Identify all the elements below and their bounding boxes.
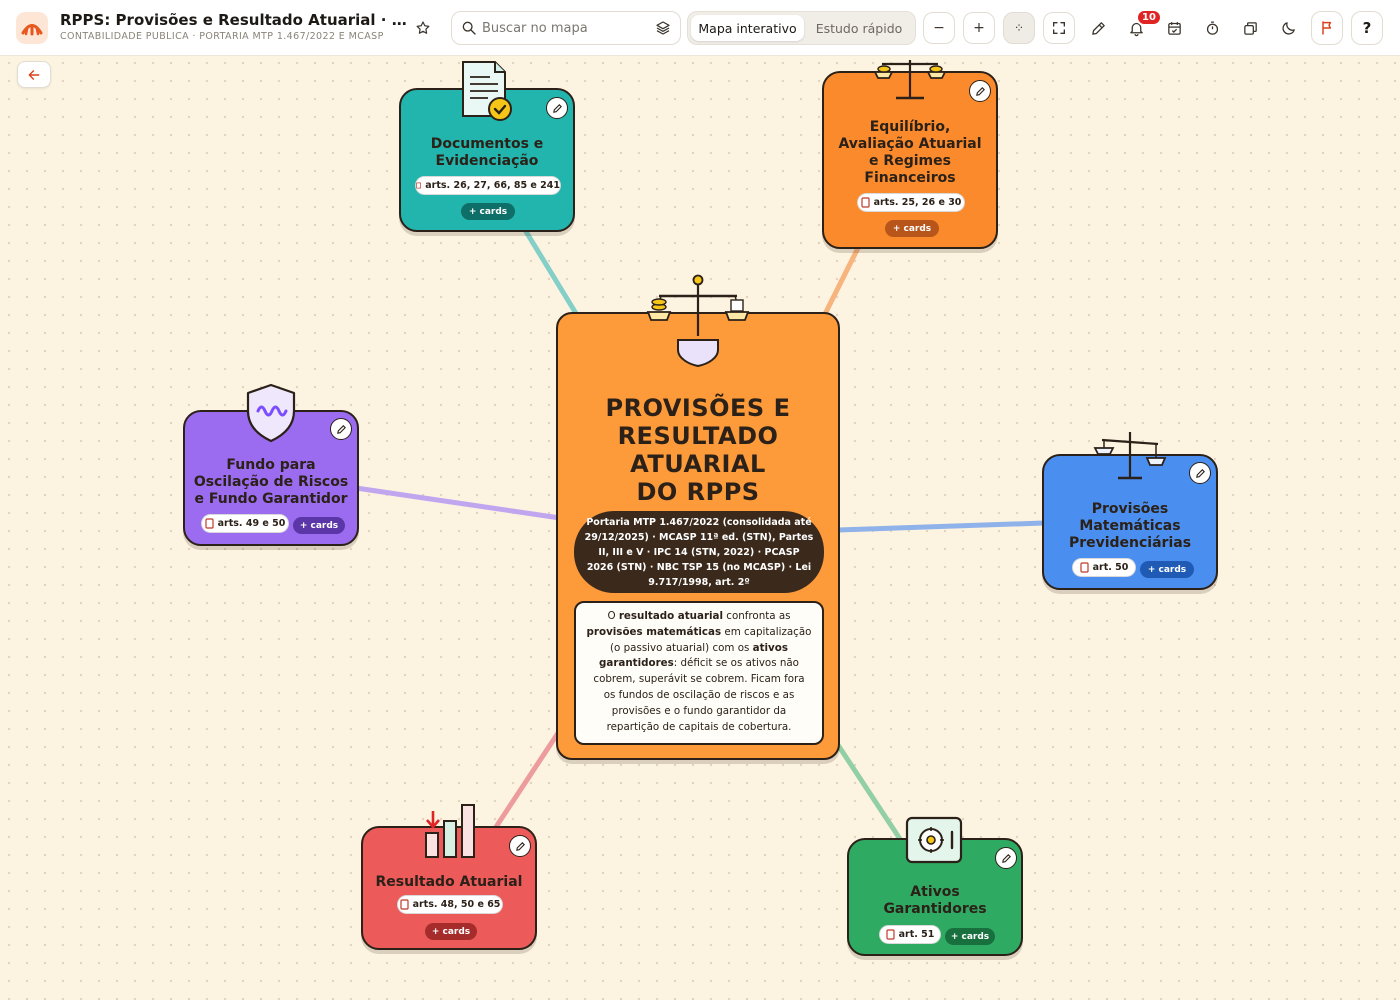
title-line: Evidenciação [435,153,539,169]
title-line: Resultado Atuarial [375,874,523,890]
title-line: Oscilação de Riscos [193,474,349,490]
add-cards-button[interactable]: + cards [885,220,939,237]
book-icon [886,929,895,940]
add-cards-button[interactable]: + cards [1140,561,1194,578]
node-resultado-title: Resultado Atuarial [363,874,535,891]
articles-pill[interactable]: arts. 48, 50 e 65 [397,895,503,914]
title-line: Equilíbrio, [869,119,951,135]
title-line: Financeiros [864,170,956,186]
legal-references: Portaria MTP 1.467/2022 (consolidada até… [574,511,824,593]
book-icon [205,518,214,529]
edit-node-button[interactable] [1189,462,1211,484]
add-cards-button[interactable]: + cards [425,923,477,940]
title-line: Avaliação Atuarial [838,136,982,152]
description-segment: resultado atuarial [618,610,724,622]
pencil-icon [552,103,562,113]
pencil-icon [336,424,346,434]
book-icon [399,899,409,910]
articles-label: art. 50 [1092,562,1129,573]
articles-label: arts. 49 e 50 [217,518,286,529]
central-node[interactable]: PROVISÕES E RESULTADO ATUARIAL DO RPPS P… [556,312,840,760]
title-line: Ativos [910,884,960,900]
articles-label: arts. 25, 26 e 30 [873,197,962,208]
edit-node-button[interactable] [546,97,568,119]
title-line: DO RPPS [636,478,760,506]
edit-node-button[interactable] [995,847,1017,869]
safe-icon [905,816,963,864]
book-icon [416,182,422,189]
scale-coins-icon [873,60,947,100]
book-icon [860,197,870,208]
node-equilibrio-title: Equilíbrio, Avaliação Atuarial e Regimes… [824,119,996,187]
title-line: Documentos e [430,136,544,152]
node-provisoes-title: Provisões Matemáticas Previdenciárias [1044,501,1216,552]
link-resultado [489,728,563,835]
document-check-icon [462,61,512,121]
add-cards-button[interactable]: + cards [945,928,995,945]
description-segment: provisões matemáticas [586,625,722,638]
title-line: RESULTADO [617,422,779,450]
balance-scale-icon [646,274,750,368]
shield-wave-icon [246,383,296,443]
description-segment: confronta as [723,610,791,622]
bar-chart-down-icon [425,804,475,858]
edit-node-button[interactable] [330,418,352,440]
central-description: O resultado atuarial confronta as provis… [574,601,824,745]
edit-node-button[interactable] [969,80,991,102]
node-documentos-title: Documentos e Evidenciação [401,136,573,170]
title-line: PROVISÕES E [605,394,791,422]
title-line: Matemáticas [1079,518,1181,534]
title-line: Fundo para [226,457,316,473]
articles-pill[interactable]: arts. 49 e 50 [201,514,289,533]
title-line: Provisões [1091,501,1169,517]
node-fundo-title: Fundo para Oscilação de Riscos e Fundo G… [185,457,357,508]
add-cards-button[interactable]: + cards [293,517,345,534]
link-ativos [835,743,905,844]
pencil-icon [1001,853,1011,863]
edit-node-button[interactable] [509,835,531,857]
articles-pill[interactable]: art. 51 [879,925,941,944]
articles-label: arts. 48, 50 e 65 [412,899,501,910]
title-line: e Fundo Garantidor [194,491,348,507]
title-line: Previdenciárias [1068,535,1192,551]
pencil-icon [1195,468,1205,478]
link-provisoes [837,520,1045,533]
title-line: ATUARIAL [630,450,766,478]
book-icon [1080,562,1089,573]
articles-pill[interactable]: arts. 26, 27, 66, 85 e 241 [415,176,561,195]
node-ativos-title: Ativos Garantidores [849,884,1021,918]
articles-pill[interactable]: art. 50 [1072,558,1136,577]
title-line: e Regimes [869,153,951,169]
articles-label: art. 51 [898,929,935,940]
articles-label: arts. 26, 27, 66, 85 e 241 [425,180,560,191]
central-node-title: PROVISÕES E RESULTADO ATUARIAL DO RPPS [558,394,838,506]
link-fundo [355,485,561,521]
link-equilibrio [819,238,865,322]
pencil-icon [975,86,985,96]
description-segment: O [607,610,619,622]
pencil-icon [515,841,525,851]
title-line: Garantidores [883,901,987,917]
link-documentos [519,223,583,322]
add-cards-button[interactable]: + cards [461,203,515,220]
balance-scale-icon [1093,432,1167,480]
articles-pill[interactable]: arts. 25, 26 e 30 [857,193,965,212]
